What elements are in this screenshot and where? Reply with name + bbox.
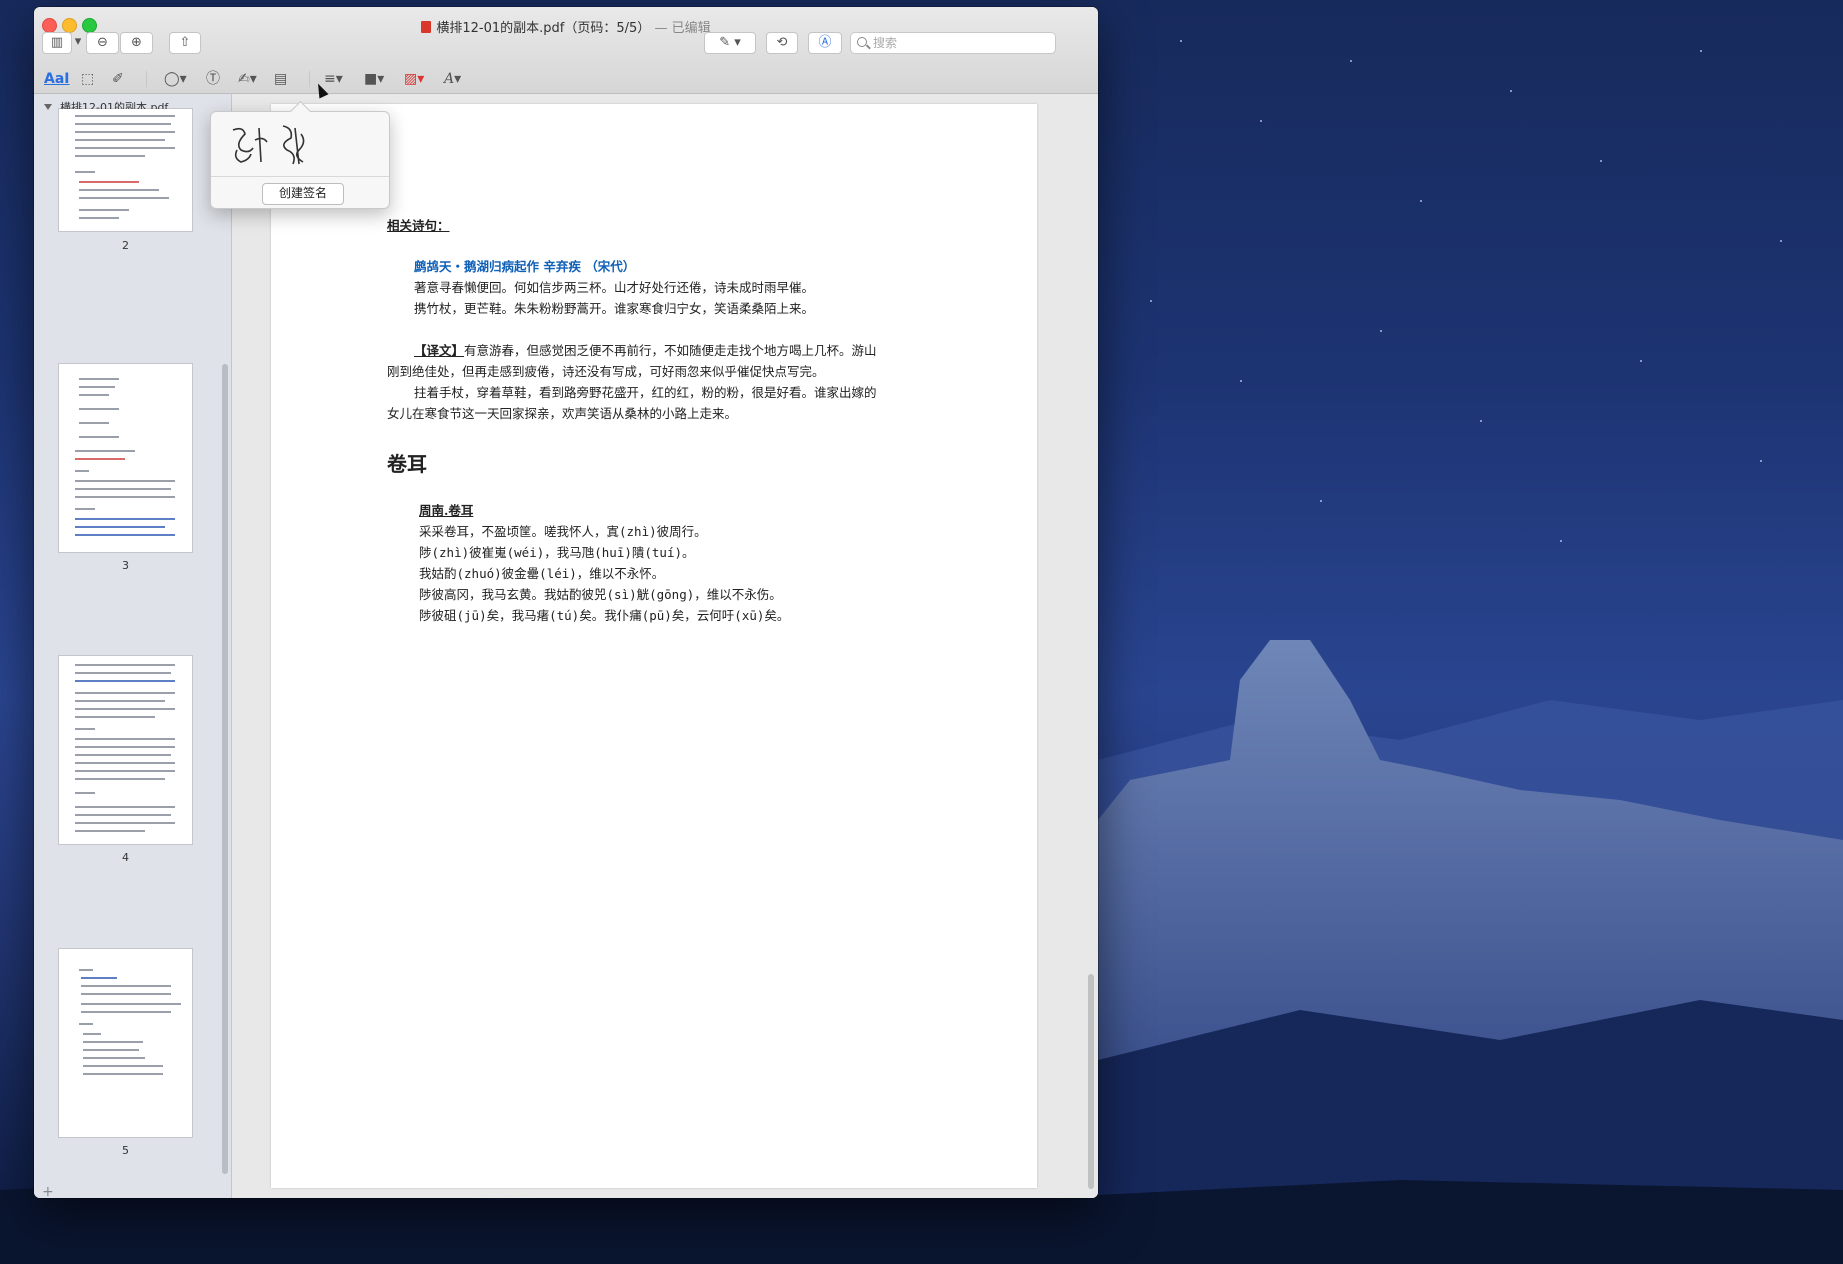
translation-line: 女儿在寒食节这一天回家探亲，欢声笑语从桑林的小路上走来。 <box>387 406 738 421</box>
poem-line: 陟彼砠(jū)矣，我马瘏(tú)矣。我仆痡(pū)矣，云何吁(xū)矣。 <box>419 608 790 623</box>
sidebar-scrollbar[interactable] <box>222 364 228 1174</box>
translation-line: 拄着手杖，穿着草鞋，看到路旁野花盛开，红的红，粉的粉，很是好看。谁家出嫁的 <box>414 385 877 400</box>
related-poems-heading: 相关诗句： <box>387 218 450 233</box>
title-bar: 横排12-01的副本.pdf（页码：5/5） — 已编辑 ▥ ▾ ⊖ ⊕ ⇧ ✎… <box>34 7 1098 94</box>
text-selection-tool[interactable]: AaI <box>44 69 70 89</box>
section-title: 卷耳 <box>387 452 427 476</box>
thumbnail-sidebar: 横排12-01的副本.pdf 2 3 4 5 + <box>34 94 232 1198</box>
document-view: 相关诗句： 鹧鸪天・鹅湖归病起作 辛弃疾 （宋代） 著意寻春懒便回。何如信步两三… <box>232 94 1098 1198</box>
page-thumbnail-4[interactable] <box>59 656 192 844</box>
zoom-in-button[interactable]: ⊕ <box>120 32 153 54</box>
poem-title: 鹧鸪天・鹅湖归病起作 辛弃疾 （宋代） <box>414 259 636 274</box>
sketch-icon[interactable]: ✐ <box>112 69 124 89</box>
poem-line: 采采卷耳，不盈顷筐。嗟我怀人，寘(zhì)彼周行。 <box>419 524 707 539</box>
poem-line: 著意寻春懒便回。何如信步两三杯。山才好处行还倦，诗未成时雨早催。 <box>414 280 815 295</box>
shapes-icon[interactable]: ◯▾ <box>164 69 187 89</box>
line-style-icon[interactable]: ≡▾ <box>324 69 343 89</box>
translation-line: 刚到绝佳处，但再走感到疲倦，诗还没有写成，可好雨忽来似乎催促快点写完。 <box>387 364 825 379</box>
pdf-page: 相关诗句： 鹧鸪天・鹅湖归病起作 辛弃疾 （宋代） 著意寻春懒便回。何如信步两三… <box>271 104 1037 1188</box>
create-signature-button[interactable]: 创建签名 <box>262 183 344 205</box>
note-icon[interactable]: ▤ <box>274 69 287 89</box>
page-thumbnail-5[interactable] <box>59 949 192 1137</box>
page-number-label: 5 <box>122 1144 129 1157</box>
poem-title: 周南.卷耳 <box>419 503 474 518</box>
border-color-icon[interactable]: ■▾ <box>364 69 384 89</box>
page-thumbnail-2[interactable] <box>59 109 192 231</box>
search-input[interactable]: 搜索 <box>850 32 1056 54</box>
poem-line: 我姑酌(zhuó)彼金罍(léi)，维以不永怀。 <box>419 566 665 581</box>
poem-line: 陟(zhì)彼崔嵬(wéi)，我马虺(huī)隤(tuí)。 <box>419 545 695 560</box>
highlight-button[interactable]: ✎ ▾ <box>704 32 756 54</box>
search-icon <box>857 37 867 47</box>
page-number-label: 2 <box>122 239 129 252</box>
poem-line: 携竹杖，更芒鞋。朱朱粉粉野蒿开。谁家寒食归宁女，笑语柔桑陌上来。 <box>414 301 815 316</box>
signature-icon[interactable]: ✍▾ <box>238 69 257 89</box>
disclosure-triangle-icon <box>44 104 52 110</box>
document-scrollbar[interactable] <box>1088 974 1094 1189</box>
page-thumbnail-3[interactable] <box>59 364 192 552</box>
text-style-icon[interactable]: A▾ <box>444 69 461 89</box>
pdf-file-icon <box>421 21 432 33</box>
sidebar-toggle-button[interactable]: ▥ <box>42 32 72 54</box>
markup-toolbar-button[interactable]: Ⓐ <box>808 32 842 54</box>
share-button[interactable]: ⇧ <box>169 32 201 54</box>
markup-toolbar: AaI ⬚ ✐ ◯▾ Ⓣ ✍▾ ▤ ≡▾ ■▾ ▨▾ A▾ <box>34 65 1098 93</box>
saved-signature[interactable] <box>221 120 379 172</box>
page-number-label: 4 <box>122 851 129 864</box>
preview-window: 横排12-01的副本.pdf（页码：5/5） — 已编辑 ▥ ▾ ⊖ ⊕ ⇧ ✎… <box>34 7 1098 1198</box>
fill-color-icon[interactable]: ▨▾ <box>404 69 424 89</box>
signature-popover: 创建签名 <box>210 111 390 209</box>
add-page-icon[interactable]: + <box>42 1184 54 1198</box>
chevron-down-icon[interactable]: ▾ <box>74 32 82 54</box>
page-number-label: 3 <box>122 559 129 572</box>
poem-line: 陟彼高冈，我马玄黄。我姑酌彼兕(sì)觥(gōng)，维以不永伤。 <box>419 587 782 602</box>
text-box-icon[interactable]: Ⓣ <box>206 69 220 89</box>
rect-selection-icon[interactable]: ⬚ <box>81 69 94 89</box>
translation-line: 【译文】有意游春，但感觉困乏便不再前行，不如随便走走找个地方喝上几杯。游山 <box>414 343 877 358</box>
rotate-button[interactable]: ⟲ <box>766 32 798 54</box>
zoom-out-button[interactable]: ⊖ <box>86 32 119 54</box>
